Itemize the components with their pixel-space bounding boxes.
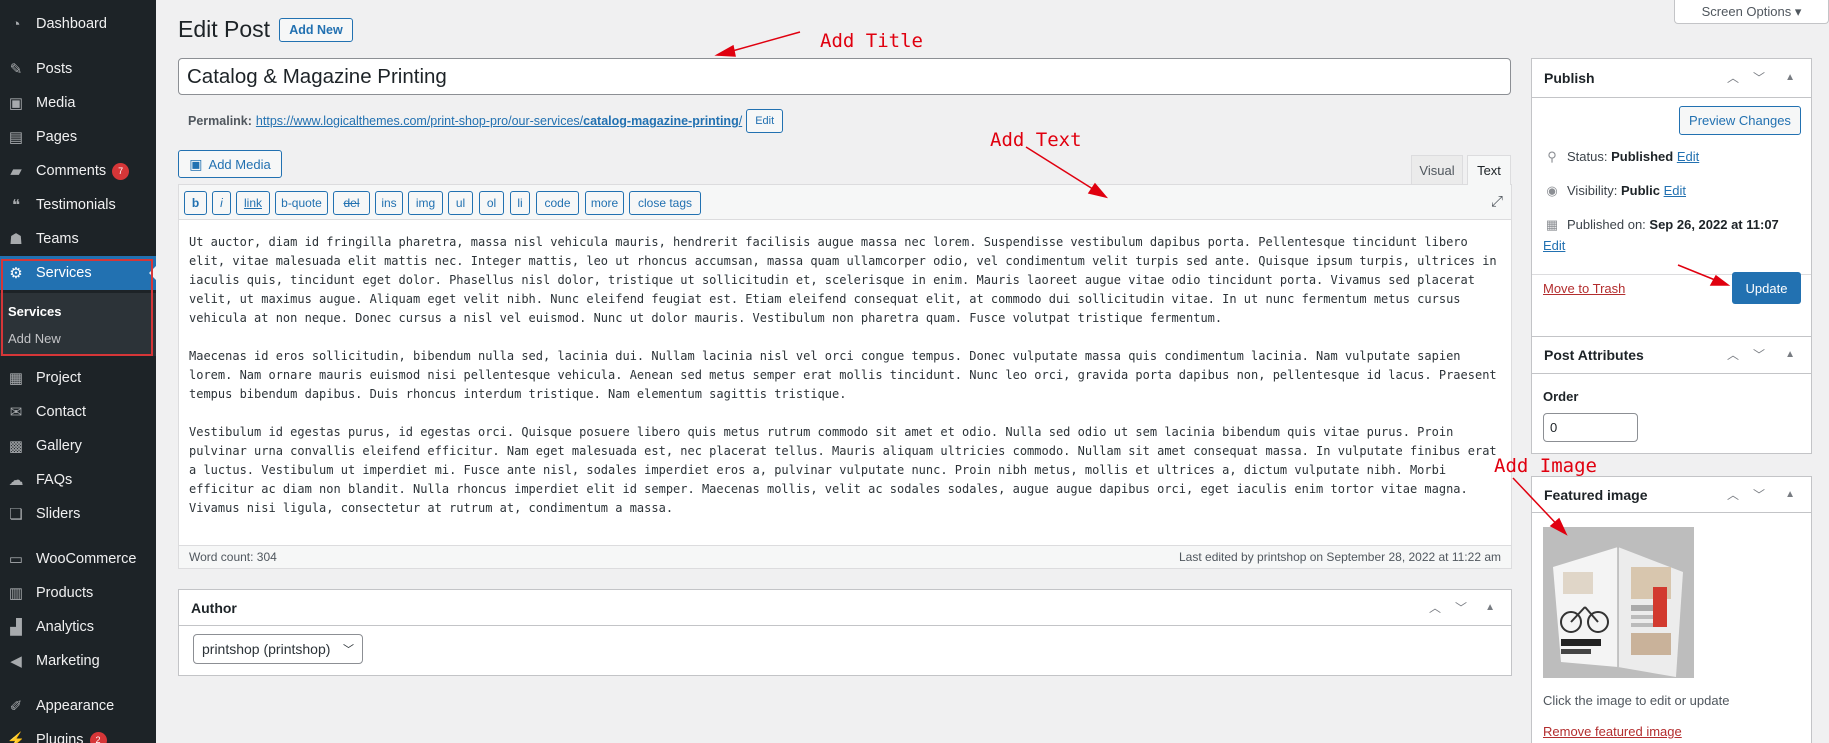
menu-label: Marketing	[36, 653, 100, 669]
pages-icon: ▤	[8, 128, 24, 146]
menu-label: Gallery	[36, 438, 82, 454]
admin-sidebar: ◔ Dashboard ✎ Posts ▣ Media ▤ Pages ▰ Comment…	[0, 0, 156, 743]
main-content: Screen Options ▾ Edit Post Add New Catal…	[156, 0, 1829, 743]
menu-comments[interactable]: ▰ Comments 7	[0, 154, 156, 188]
menu-teams[interactable]: ☗ Teams	[0, 222, 156, 256]
services-highlight-box	[1, 259, 153, 356]
menu-faqs[interactable]: ☁ FAQs	[0, 463, 156, 497]
faqs-icon: ☁	[8, 471, 24, 489]
menu-label: Plugins	[36, 732, 84, 743]
project-icon: ▦	[8, 369, 24, 387]
menu-label: Pages	[36, 129, 78, 145]
menu-label: Appearance	[36, 698, 115, 714]
menu-marketing[interactable]: ◀ Marketing	[0, 644, 156, 678]
woocommerce-icon: ▭	[8, 550, 24, 568]
menu-label: Dashboard	[36, 16, 107, 32]
sliders-icon: ❏	[9, 505, 23, 523]
menu-analytics[interactable]: ▟ Analytics	[0, 610, 156, 644]
testimonials-icon: ❝	[11, 196, 21, 214]
menu-contact[interactable]: ✉ Contact	[0, 395, 156, 429]
menu-label: Contact	[36, 404, 86, 420]
menu-woocommerce[interactable]: ▭ WooCommerce	[0, 542, 156, 576]
media-icon: ▣	[8, 94, 24, 112]
menu-posts[interactable]: ✎ Posts	[0, 52, 156, 86]
arrow-head	[1087, 182, 1109, 199]
menu-label: Testimonials	[36, 197, 116, 213]
analytics-icon: ▟	[10, 618, 22, 636]
dashboard-icon: ◔	[11, 15, 21, 33]
menu-label: Project	[36, 370, 82, 386]
menu-sliders[interactable]: ❏ Sliders	[0, 497, 156, 531]
menu-pages[interactable]: ▤ Pages	[0, 120, 156, 154]
menu-label: Products	[36, 585, 94, 601]
menu-label: Posts	[36, 61, 73, 77]
menu-label: WooCommerce	[36, 551, 137, 567]
menu-label: Analytics	[36, 619, 95, 635]
menu-project[interactable]: ▦ Project	[0, 361, 156, 395]
comments-icon: ▰	[10, 162, 22, 180]
comments-count-badge: 7	[112, 162, 130, 180]
arrow-head	[714, 44, 736, 57]
menu-plugins[interactable]: ⚡ Plugins 2	[0, 723, 156, 743]
menu-label: Comments	[36, 163, 107, 179]
menu-label: FAQs	[36, 472, 73, 488]
annotation-arrows	[714, 31, 1731, 536]
menu-gallery[interactable]: ▩ Gallery	[0, 429, 156, 463]
menu-label: Media	[36, 95, 76, 111]
menu-appearance[interactable]: ✐ Appearance	[0, 689, 156, 723]
menu-label: Sliders	[36, 506, 81, 522]
products-icon: ▥	[8, 584, 24, 602]
arrow-head	[1709, 274, 1731, 286]
marketing-icon: ◀	[10, 652, 22, 670]
menu-testimonials[interactable]: ❝ Testimonials	[0, 188, 156, 222]
teams-icon: ☗	[9, 230, 23, 248]
pin-icon: ✎	[9, 60, 23, 78]
appearance-icon: ✐	[9, 697, 23, 715]
plugins-icon: ⚡	[6, 731, 26, 743]
contact-icon: ✉	[9, 403, 23, 421]
menu-media[interactable]: ▣ Media	[0, 86, 156, 120]
gallery-icon: ▩	[8, 437, 24, 455]
menu-dashboard[interactable]: ◔ Dashboard	[0, 7, 156, 41]
plugins-count-badge: 2	[89, 731, 107, 743]
menu-label: Teams	[36, 231, 79, 247]
menu-products[interactable]: ▥ Products	[0, 576, 156, 610]
tab-text[interactable]: Text	[1467, 155, 1511, 185]
